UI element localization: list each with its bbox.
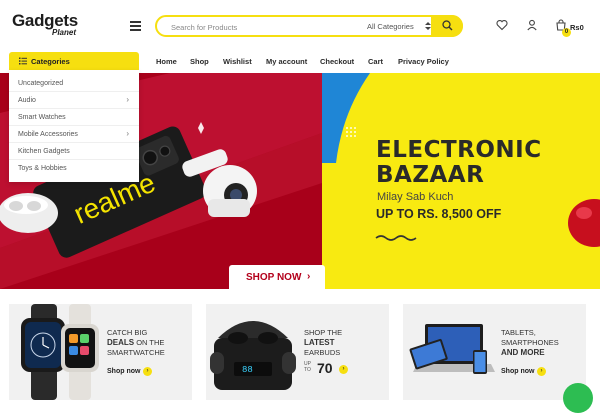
- promo-line: CATCH BIG: [107, 328, 148, 337]
- category-kitchen-gadgets[interactable]: Kitchen Gadgets: [9, 143, 139, 160]
- promo-highlight: DEALS: [107, 338, 135, 347]
- list-icon: [19, 57, 27, 65]
- chevron-right-icon: ›: [537, 367, 546, 376]
- nav-wishlist[interactable]: Wishlist: [223, 57, 252, 66]
- promo-line: EARBUDS: [304, 348, 341, 357]
- chevron-right-icon[interactable]: ›: [339, 365, 348, 374]
- promo-line: ON THE: [134, 338, 165, 347]
- hero-title-line1: ELECTRONIC: [376, 137, 542, 163]
- category-uncategorized[interactable]: Uncategorized: [9, 75, 139, 92]
- smartwatch-image: [21, 304, 99, 400]
- devices-image: [409, 324, 495, 374]
- price-value: 70: [317, 360, 333, 376]
- whatsapp-chat-icon[interactable]: [563, 383, 593, 413]
- shop-now-link[interactable]: Shop now: [107, 368, 140, 375]
- promo-text: CATCH BIG DEALS ON THE SMARTWATCHE: [107, 328, 187, 358]
- chevron-right-icon: ›: [143, 367, 152, 376]
- site-header: Gadgets Planet All Categories 0 Rs0: [0, 0, 600, 50]
- category-label: Uncategorized: [18, 80, 64, 87]
- categories-label: Categories: [31, 57, 70, 66]
- nav-privacy-policy[interactable]: Privacy Policy: [398, 57, 449, 66]
- shop-now-label: SHOP NOW: [246, 272, 302, 283]
- svg-text:88: 88: [242, 365, 253, 375]
- nav-my-account[interactable]: My account: [266, 57, 307, 66]
- search-input[interactable]: [171, 20, 351, 34]
- site-logo[interactable]: Gadgets Planet: [12, 11, 92, 41]
- promo-line: SMARTPHONES: [501, 338, 559, 347]
- promo-line: TABLETS,: [501, 328, 536, 337]
- category-dropdown: Uncategorized Audio › Smart Watches Mobi…: [9, 70, 139, 182]
- hero-tagline: Milay Sab Kuch: [377, 191, 454, 203]
- price-prefix: UP TO: [304, 361, 311, 373]
- cart-total[interactable]: Rs0: [570, 23, 584, 32]
- category-audio[interactable]: Audio ›: [9, 92, 139, 109]
- nav-home[interactable]: Home: [156, 57, 177, 66]
- search-bar: All Categories: [155, 15, 463, 37]
- chevron-right-icon: ›: [126, 129, 129, 138]
- category-label: Audio: [18, 97, 36, 104]
- category-mobile-accessories[interactable]: Mobile Accessories ›: [9, 126, 139, 143]
- promo-text: SHOP THE LATEST EARBUDS: [304, 328, 384, 358]
- nav-checkout[interactable]: Checkout: [320, 57, 354, 66]
- chevron-right-icon: ›: [126, 95, 129, 104]
- promo-card-smartwatch[interactable]: CATCH BIG DEALS ON THE SMARTWATCHE Shop …: [9, 304, 192, 400]
- category-toys-hobbies[interactable]: Toys & Hobbies: [9, 160, 139, 177]
- hero-title: ELECTRONIC BAZAAR: [376, 138, 542, 188]
- categories-button[interactable]: Categories: [9, 52, 139, 70]
- search-button[interactable]: [431, 15, 463, 37]
- promo-card-earbuds[interactable]: 88 SHOP THE LATEST EARBUDS UP TO 70 ›: [206, 304, 389, 400]
- earbuds-image: 88: [210, 321, 296, 390]
- shop-now-link[interactable]: Shop now: [501, 368, 534, 375]
- promo-highlight: LATEST: [304, 338, 335, 347]
- category-label: Toys & Hobbies: [18, 165, 67, 172]
- shop-now-button[interactable]: SHOP NOW ›: [229, 265, 325, 289]
- account-user-icon[interactable]: [526, 19, 538, 31]
- logo-subtext: Planet: [52, 28, 77, 37]
- wishlist-heart-icon[interactable]: [496, 19, 508, 31]
- category-label: Mobile Accessories: [18, 131, 78, 138]
- hero-offer: UP TO RS. 8,500 OFF: [376, 207, 502, 221]
- category-label: Smart Watches: [18, 114, 66, 121]
- hero-title-line2: BAZAAR: [376, 162, 485, 188]
- promo-text: TABLETS, SMARTPHONES AND MORE: [501, 328, 581, 358]
- nav-shop[interactable]: Shop: [190, 57, 209, 66]
- promo-line: SMARTWATCHE: [107, 348, 165, 357]
- promo-line: SHOP THE: [304, 328, 343, 337]
- chevron-right-icon: ›: [307, 271, 311, 282]
- search-icon: [442, 20, 453, 31]
- nav-cart[interactable]: Cart: [368, 57, 383, 66]
- menu-icon[interactable]: [130, 21, 141, 31]
- promo-highlight: AND MORE: [501, 348, 545, 357]
- category-smart-watches[interactable]: Smart Watches: [9, 109, 139, 126]
- search-category-select[interactable]: All Categories: [367, 22, 414, 31]
- category-label: Kitchen Gadgets: [18, 148, 70, 155]
- promo-card-tablets[interactable]: TABLETS, SMARTPHONES AND MORE Shop now ›: [403, 304, 586, 400]
